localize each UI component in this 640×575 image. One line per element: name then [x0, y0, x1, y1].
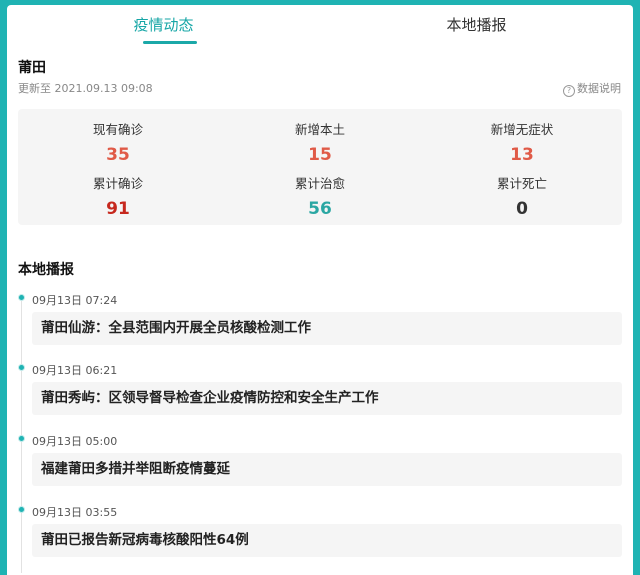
city-name: 莆田 [18, 60, 46, 76]
news-card[interactable]: 莆田仙游：全县范围内开展全员核酸检测工作 [32, 312, 622, 345]
stat-new-local: 新增本土 15 [220, 121, 420, 167]
timeline-dot-icon [18, 294, 25, 301]
stat-label: 累计确诊 [92, 176, 143, 191]
timeline-dot-icon [18, 435, 25, 442]
stat-value: 56 [308, 199, 332, 219]
question-circle-icon: ? [563, 85, 575, 97]
tab-epidemic-updates[interactable]: 疫情动态 [7, 5, 320, 43]
news-card[interactable]: 莆田秀屿：区领导督导检查企业疫情防控和安全生产工作 [32, 382, 622, 415]
news-time: 09月13日 07:24 [32, 294, 118, 307]
news-headline: 莆田仙游：全县范围内开展全员核酸检测工作 [41, 320, 311, 336]
stats-grid: 现有确诊 35 新增本土 15 新增无症状 13 累计确诊 91 累计治愈 56… [18, 109, 622, 225]
stat-value: 0 [516, 199, 528, 219]
timeline-dot-icon [18, 364, 25, 371]
stat-label: 累计死亡 [496, 176, 547, 191]
stat-value: 91 [106, 199, 130, 219]
tab-local-news[interactable]: 本地播报 [320, 5, 633, 43]
stat-cumulative-deaths: 累计死亡 0 [422, 175, 622, 221]
stat-label: 现有确诊 [92, 122, 143, 137]
active-tab-indicator [143, 41, 197, 44]
local-news-title: 本地播报 [18, 262, 74, 278]
news-time: 09月13日 03:55 [32, 506, 118, 519]
stat-label: 新增无症状 [490, 122, 554, 137]
stat-label: 新增本土 [294, 122, 345, 137]
stat-value: 13 [510, 145, 534, 165]
news-headline: 福建莆田多措并举阻断疫情蔓延 [41, 461, 230, 477]
stat-label: 累计治愈 [294, 176, 345, 191]
news-card[interactable]: 福建莆田多措并举阻断疫情蔓延 [32, 453, 622, 486]
tab-bar: 疫情动态 本地播报 [7, 5, 633, 44]
timeline-dot-icon [18, 506, 25, 513]
news-time: 09月13日 06:21 [32, 364, 118, 377]
stat-current-confirmed: 现有确诊 35 [18, 121, 218, 167]
stat-new-asymptomatic: 新增无症状 13 [422, 121, 622, 167]
stat-value: 15 [308, 145, 332, 165]
data-note-link[interactable]: ? 数据说明 [563, 80, 621, 97]
stat-cumulative-cured: 累计治愈 56 [220, 175, 420, 221]
news-headline: 莆田秀屿：区领导督导检查企业疫情防控和安全生产工作 [41, 390, 379, 406]
data-note-label: 数据说明 [577, 82, 621, 95]
news-time: 09月13日 05:00 [32, 435, 118, 448]
stat-value: 35 [106, 145, 130, 165]
epidemic-panel: 疫情动态 本地播报 莆田 更新至 2021.09.13 09:08 ? 数据说明 … [7, 5, 633, 575]
news-headline: 莆田已报告新冠病毒核酸阳性64例 [41, 532, 249, 548]
update-timestamp: 更新至 2021.09.13 09:08 [18, 82, 153, 95]
news-card[interactable]: 莆田已报告新冠病毒核酸阳性64例 [32, 524, 622, 557]
stat-cumulative-confirmed: 累计确诊 91 [18, 175, 218, 221]
